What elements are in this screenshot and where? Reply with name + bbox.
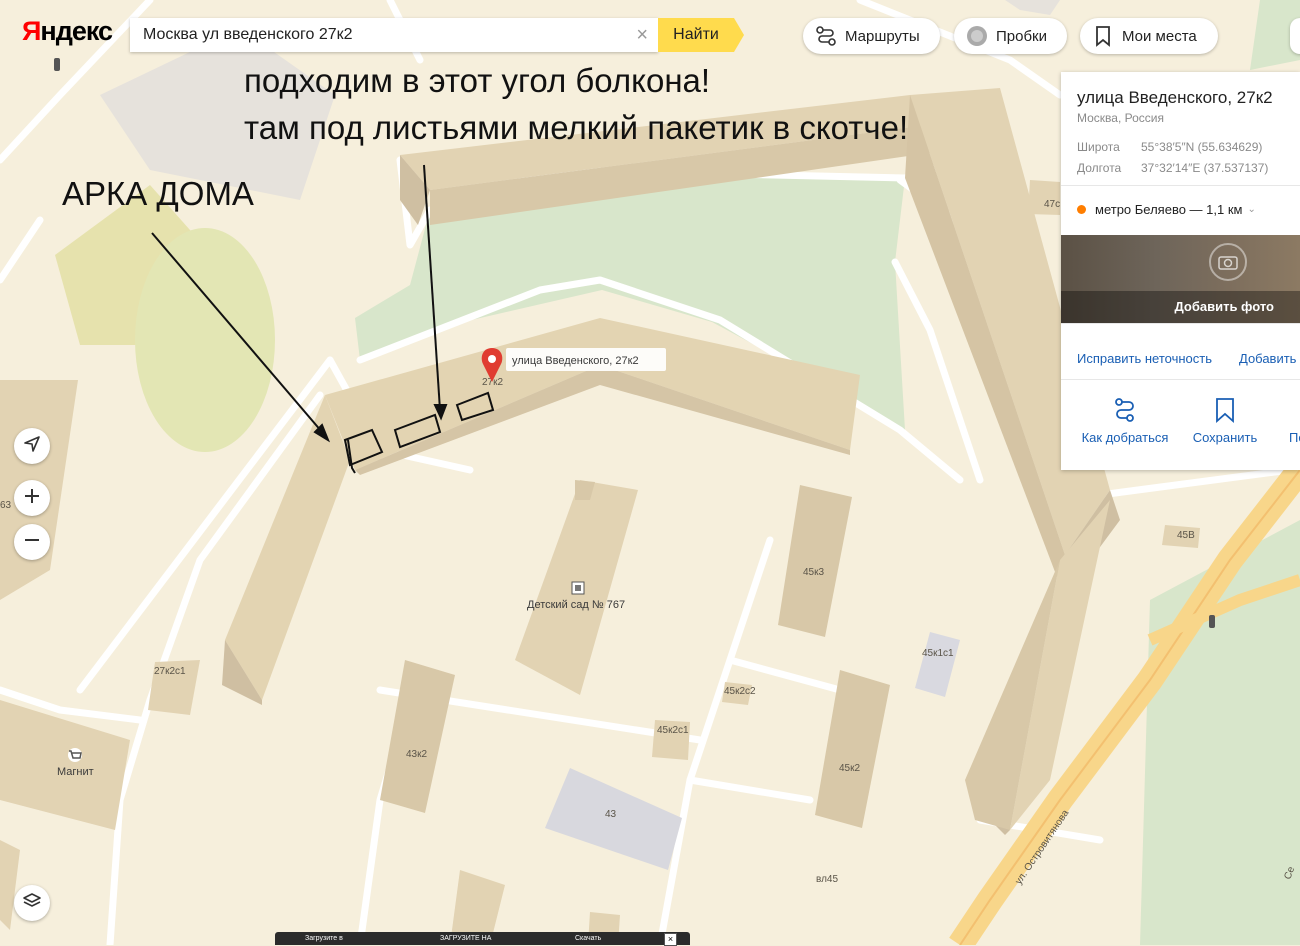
add-photo-label: Добавить фото <box>1174 299 1274 314</box>
search-box[interactable]: × <box>130 18 658 52</box>
metro-info[interactable]: метро Беляево — 1,1 км ⌄ <box>1077 202 1256 217</box>
zoom-in-button[interactable] <box>14 480 50 516</box>
annotation-arch: АРКА ДОМА <box>62 175 254 212</box>
latitude-label: Широта <box>1077 140 1120 154</box>
google-play-label: ЗАГРУЗИТЕ НА <box>440 935 492 942</box>
minus-icon <box>23 531 41 554</box>
menu-button[interactable] <box>1290 18 1300 54</box>
label-vl45: вл45 <box>816 874 838 885</box>
route-icon <box>1080 390 1170 430</box>
camera-icon <box>1209 243 1247 281</box>
stadium-area <box>135 228 275 452</box>
traffic-label: Пробки <box>996 27 1047 45</box>
my-places-button[interactable]: Мои места <box>1080 18 1218 54</box>
cart-icon[interactable] <box>68 748 82 762</box>
locate-button[interactable] <box>14 428 50 464</box>
metro-label: метро Беляево — 1,1 км <box>1095 202 1243 217</box>
layers-icon <box>22 891 42 916</box>
route-label: Как добраться <box>1081 430 1169 445</box>
close-icon[interactable]: × <box>664 933 677 946</box>
label-45k3: 45к3 <box>803 567 824 578</box>
label-45k2c2: 45к2с2 <box>724 686 756 697</box>
place-card: улица Введенского, 27к2 Москва, Россия Ш… <box>1061 72 1300 470</box>
save-action[interactable]: Сохранить <box>1180 390 1270 445</box>
logo-text: ндекс <box>40 16 113 46</box>
label-47c: 47с <box>1044 199 1060 210</box>
route-icon <box>815 25 837 47</box>
find-button[interactable]: Найти <box>658 18 744 52</box>
kindergarten-label[interactable]: Детский сад № 767 <box>527 599 625 611</box>
add-link[interactable]: Добавить <box>1239 351 1296 366</box>
zoom-out-button[interactable] <box>14 524 50 560</box>
fix-link[interactable]: Исправить неточность <box>1077 351 1212 366</box>
annotation-line-1: подходим в этот угол болкона! <box>244 62 711 99</box>
label-63: 63 <box>0 500 12 511</box>
yandex-logo[interactable]: Яндекс <box>22 16 113 47</box>
latitude-value: 55°38′5″N (55.634629) <box>1141 140 1263 154</box>
label-27k2c1: 27к2с1 <box>154 666 186 677</box>
magnit-label[interactable]: Магнит <box>57 766 94 778</box>
route-action[interactable]: Как добраться <box>1080 390 1170 445</box>
routes-button[interactable]: Маршруты <box>803 18 940 54</box>
label-45k2c1: 45к2с1 <box>657 725 689 736</box>
longitude-value: 37°32′14″E (37.537137) <box>1141 161 1269 175</box>
my-places-label: Мои места <box>1122 27 1197 45</box>
save-label: Сохранить <box>1192 430 1258 445</box>
longitude-label: Долгота <box>1077 161 1122 175</box>
place-city: Москва, Россия <box>1077 111 1164 125</box>
divider <box>1061 379 1300 380</box>
annotation-line-2: там под листьями мелкий пакетик в скотче… <box>244 109 909 146</box>
layers-button[interactable] <box>14 885 50 921</box>
logo-letter: Я <box>22 16 41 46</box>
label-45k2: 45к2 <box>839 763 860 774</box>
metro-icon <box>1077 205 1086 214</box>
label-43k2: 43к2 <box>406 749 427 760</box>
more-action[interactable]: По <box>1269 390 1300 445</box>
routes-label: Маршруты <box>845 27 920 45</box>
add-photo-area[interactable]: Добавить фото <box>1061 235 1300 323</box>
more-label: По <box>1289 430 1300 445</box>
traffic-button[interactable]: Пробки <box>954 18 1067 54</box>
bookmark-icon <box>1180 390 1270 430</box>
kindergarten-icon[interactable] <box>571 581 585 595</box>
pin-label[interactable]: улица Введенского, 27к2 <box>512 355 639 367</box>
bookmark-icon <box>1092 25 1114 47</box>
search-input[interactable] <box>141 25 615 45</box>
traffic-icon <box>966 25 988 47</box>
place-address: улица Введенского, 27к2 <box>1077 88 1273 107</box>
label-45b: 45В <box>1177 530 1195 541</box>
divider <box>1061 323 1300 324</box>
clear-icon[interactable]: × <box>636 25 648 45</box>
label-45k1c1: 45к1с1 <box>922 648 954 659</box>
download-label: Скачать <box>575 935 602 942</box>
app-store-label: Загрузите в <box>305 935 343 942</box>
label-43: 43 <box>605 809 617 820</box>
divider <box>1061 185 1300 186</box>
navigation-arrow-icon <box>23 435 41 458</box>
plus-icon <box>23 487 41 510</box>
chevron-down-icon: ⌄ <box>1247 204 1256 215</box>
